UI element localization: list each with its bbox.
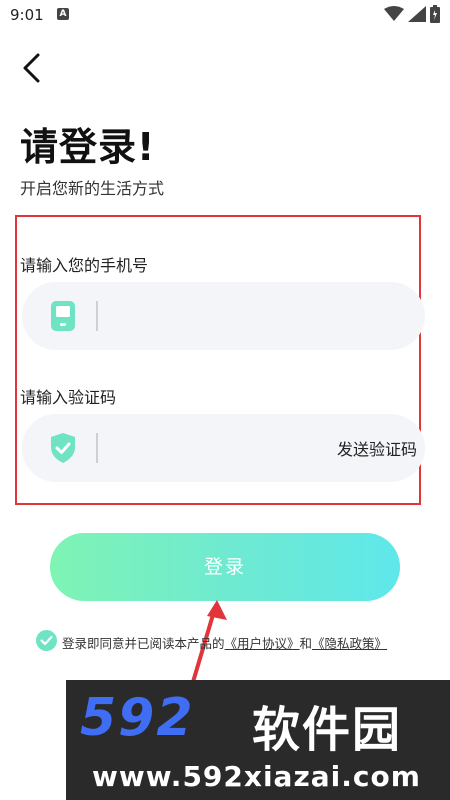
battery-icon xyxy=(430,5,440,27)
watermark-banner: 592 软件园 www.592xiazai.com xyxy=(66,680,450,800)
agreement-conjunction: 和 xyxy=(299,636,313,651)
code-input-divider xyxy=(96,433,98,463)
wifi-icon xyxy=(384,6,404,26)
phone-icon xyxy=(50,301,76,335)
watermark-brand: 软件园 xyxy=(252,702,403,758)
send-code-button[interactable]: 发送验证码 xyxy=(337,436,417,460)
status-time: 9:01 xyxy=(10,6,44,24)
phone-input-divider xyxy=(96,301,98,331)
login-button[interactable]: 登录 xyxy=(50,533,400,601)
shield-check-icon xyxy=(50,433,76,467)
agreement-prefix: 登录即同意并已阅读本产品的 xyxy=(62,636,225,651)
page-subtitle: 开启您新的生活方式 xyxy=(20,179,165,198)
agreement-text: 登录即同意并已阅读本产品的《用户协议》和《隐私政策》 xyxy=(62,633,387,652)
agreement-row: 登录即同意并已阅读本产品的《用户协议》和《隐私政策》 xyxy=(36,630,436,652)
agreement-checkbox[interactable] xyxy=(36,630,57,655)
chevron-left-icon xyxy=(14,53,50,90)
code-input[interactable] xyxy=(112,428,336,470)
privacy-policy-link[interactable]: 《隐私政策》 xyxy=(312,636,387,651)
page-title: 请登录! xyxy=(20,125,156,169)
phone-input[interactable] xyxy=(112,296,336,338)
watermark-logo: 592 xyxy=(80,688,195,748)
signal-icon xyxy=(408,6,426,26)
notification-icon: A xyxy=(57,8,69,20)
status-bar: 9:01 A xyxy=(0,0,450,30)
user-agreement-link[interactable]: 《用户协议》 xyxy=(225,636,300,651)
phone-input-box[interactable] xyxy=(22,282,425,350)
back-button[interactable] xyxy=(14,50,50,86)
phone-label: 请输入您的手机号 xyxy=(20,256,149,275)
code-input-box[interactable]: 发送验证码 xyxy=(22,414,425,482)
code-label: 请输入验证码 xyxy=(20,388,117,407)
watermark-url: www.592xiazai.com xyxy=(92,760,421,793)
